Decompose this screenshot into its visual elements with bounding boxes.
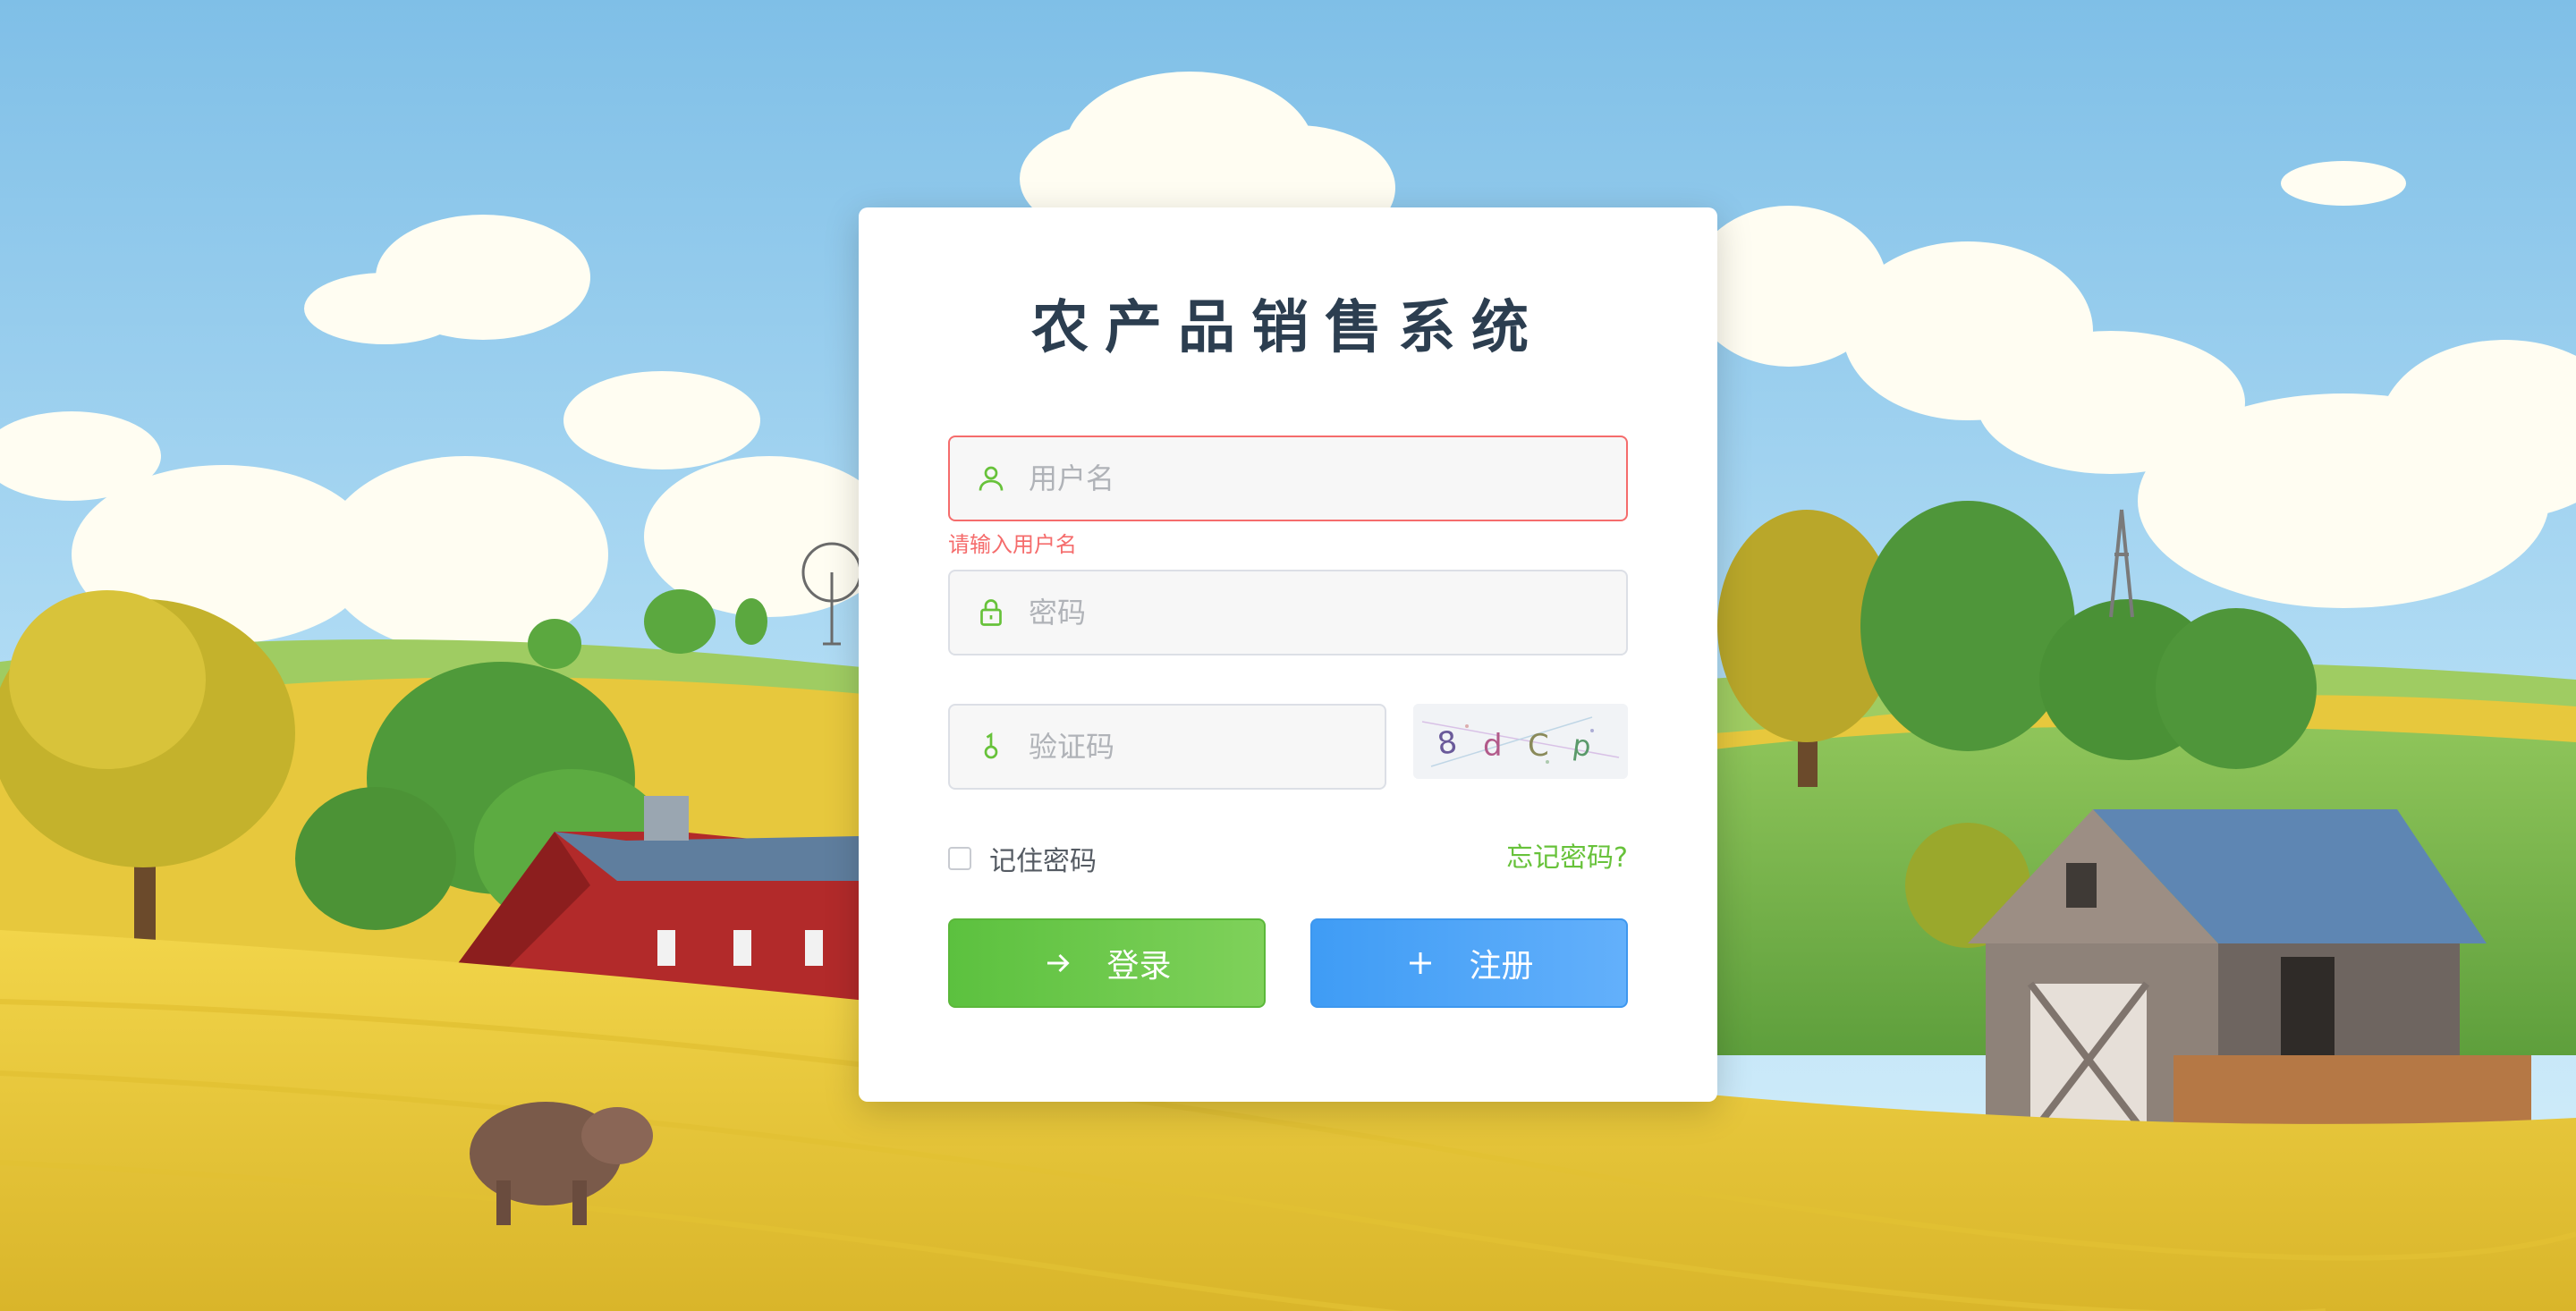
captcha-char: d xyxy=(1483,728,1503,764)
password-input[interactable] xyxy=(1029,571,1601,654)
key-icon xyxy=(984,732,998,759)
remember-password-label: 记住密码 xyxy=(989,846,1097,877)
plus-icon xyxy=(1410,952,1432,974)
captcha-field[interactable] xyxy=(948,704,1386,790)
register-button[interactable]: 注册 xyxy=(1310,918,1628,1008)
register-button-label: 注册 xyxy=(1469,948,1534,985)
forgot-password-link[interactable]: 忘记密码? xyxy=(1506,839,1628,878)
username-field[interactable] xyxy=(948,436,1628,521)
login-button-label: 登录 xyxy=(1106,948,1172,985)
captcha-input[interactable] xyxy=(1029,706,1368,788)
user-icon xyxy=(979,466,1004,491)
arrow-right-icon xyxy=(1047,953,1071,973)
remember-password-checkbox[interactable]: 记住密码 xyxy=(948,839,1097,878)
password-field[interactable] xyxy=(948,570,1628,656)
login-button[interactable]: 登录 xyxy=(948,918,1266,1008)
lock-icon xyxy=(980,599,1002,626)
captcha-image[interactable]: 8 d C p xyxy=(1413,704,1628,779)
captcha-char: C xyxy=(1528,728,1549,764)
checkbox-box[interactable] xyxy=(948,847,971,870)
login-card: 农产品销售系统 请输入用户名 xyxy=(859,207,1717,1102)
login-page: 农产品销售系统 请输入用户名 xyxy=(0,0,2576,1311)
page-title: 农产品销售系统 xyxy=(1031,295,1545,361)
username-input[interactable] xyxy=(1029,437,1601,520)
username-error-message: 请输入用户名 xyxy=(948,532,1077,557)
